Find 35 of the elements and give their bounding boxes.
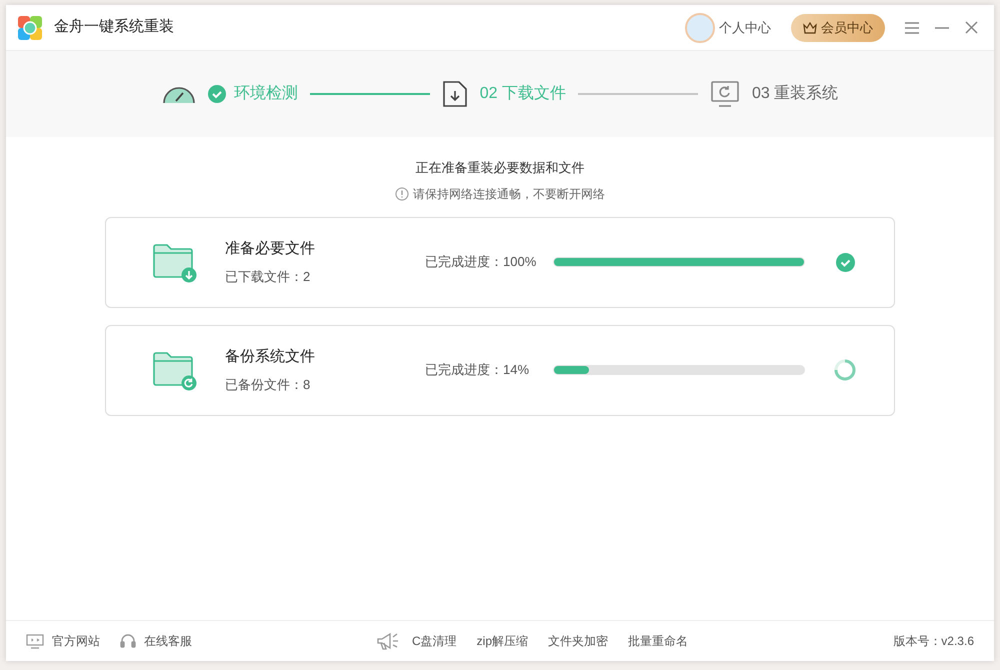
tool-link[interactable]: 批量重命名: [628, 632, 688, 650]
tool-link[interactable]: C盘清理: [412, 632, 457, 650]
folder-refresh-icon: [152, 349, 198, 391]
task-title: 备份系统文件: [225, 347, 316, 367]
info-icon: [395, 186, 409, 200]
monitor-icon: [26, 634, 44, 648]
footer-link[interactable]: 在线客服: [144, 632, 192, 650]
tool-link[interactable]: 文件夹加密: [548, 632, 608, 650]
step-label: 02 下载文件: [480, 84, 566, 104]
megaphone-icon: [376, 631, 400, 651]
version-label: 版本号：v2.3.6: [893, 633, 974, 650]
headset-icon: [120, 633, 136, 649]
progress-label: 已完成进度：14%: [425, 361, 530, 380]
minimize-icon[interactable]: [935, 26, 949, 28]
crown-icon: [803, 22, 817, 34]
tool-link[interactable]: zip解压缩: [476, 632, 528, 650]
monitor-refresh-icon: [710, 80, 740, 108]
task-title: 准备必要文件: [225, 239, 316, 259]
window-title: 金舟一键系统重装: [54, 17, 174, 38]
network-notice: 请保持网络连接通畅，不要断开网络: [413, 186, 605, 202]
folder-download-icon: [152, 241, 198, 283]
close-icon[interactable]: [965, 21, 978, 34]
task-detail: 已下载文件：2: [225, 268, 312, 286]
gauge-icon: [162, 85, 196, 103]
footer-link[interactable]: 官方网站: [52, 632, 100, 650]
status-heading: 正在准备重装必要数据和文件: [416, 159, 584, 177]
vip-center-button[interactable]: 会员中心: [791, 14, 885, 42]
menu-icon[interactable]: [905, 22, 919, 34]
file-download-icon: [442, 80, 468, 108]
progress-label: 已完成进度：100%: [425, 253, 538, 272]
task-detail: 已备份文件：8: [225, 376, 312, 394]
profile-link[interactable]: 个人中心: [719, 18, 771, 38]
app-logo-icon: [18, 16, 42, 40]
step-label: 03 重装系统: [752, 84, 838, 104]
step-label: 环境检测: [234, 84, 298, 104]
